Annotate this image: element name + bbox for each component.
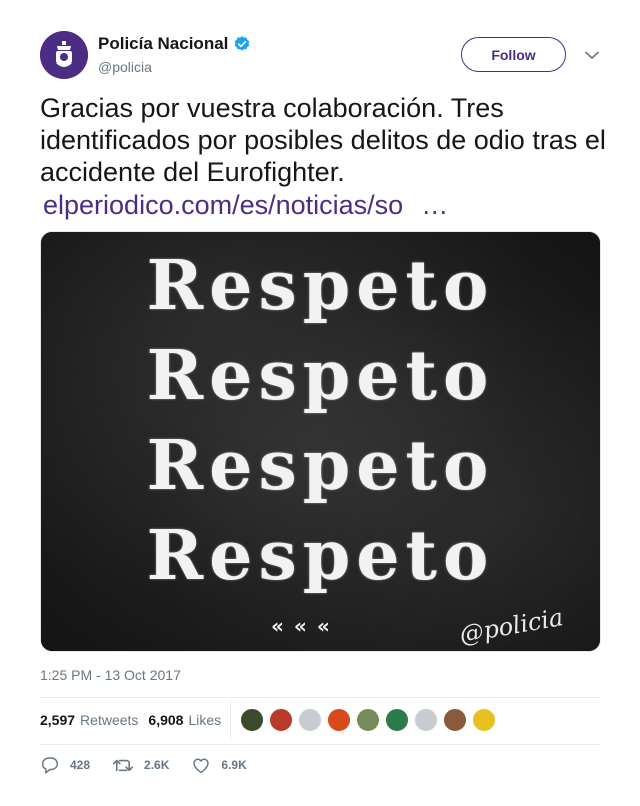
avatar[interactable] xyxy=(40,31,88,79)
likes-label[interactable]: Likes xyxy=(188,712,221,728)
liker-avatar[interactable] xyxy=(356,708,380,732)
liker-avatar[interactable] xyxy=(327,708,351,732)
respeto-line: Respeto xyxy=(146,426,495,506)
tweet-link-ellipsis[interactable]: … xyxy=(421,190,448,220)
retweet-count: 2.6K xyxy=(144,758,170,772)
tweet-link-text[interactable]: elperiodico.com/es/noticias/so xyxy=(43,190,403,220)
respeto-line: Respeto xyxy=(146,336,495,416)
liker-avatars xyxy=(240,708,501,732)
retweet-icon xyxy=(112,759,134,772)
reply-icon xyxy=(41,757,59,774)
respeto-line: Respeto xyxy=(146,516,495,596)
tweet-image[interactable]: Respeto Respeto Respeto Respeto ««« @pol… xyxy=(40,231,601,652)
retweet-button[interactable]: 2.6K xyxy=(112,757,169,773)
follow-button[interactable]: Follow xyxy=(461,37,566,72)
police-shield-icon xyxy=(40,31,88,79)
stats-separator xyxy=(230,700,231,740)
like-button[interactable]: 6.9K xyxy=(191,756,247,774)
like-count: 6.9K xyxy=(221,758,247,772)
user-name[interactable]: Policía Nacional xyxy=(98,34,251,54)
liker-avatar[interactable] xyxy=(269,708,293,732)
liker-avatar[interactable] xyxy=(472,708,496,732)
liker-avatar[interactable] xyxy=(385,708,409,732)
respeto-line: Respeto xyxy=(146,246,495,326)
heart-icon xyxy=(193,758,210,774)
reply-count: 428 xyxy=(70,758,91,772)
divider xyxy=(40,697,600,698)
likes-count[interactable]: 6,908 xyxy=(148,712,183,728)
quote-marks: ««« xyxy=(271,614,340,638)
tweet-text: Gracias por vuestra colaboración. Tres i… xyxy=(40,93,606,187)
liker-avatar[interactable] xyxy=(298,708,322,732)
liker-avatar[interactable] xyxy=(240,708,264,732)
user-name-text[interactable]: Policía Nacional xyxy=(98,34,228,54)
user-handle[interactable]: @policia xyxy=(98,59,152,75)
tweet-link[interactable]: elperiodico.com/es/noticias/so … xyxy=(43,189,448,221)
divider xyxy=(40,744,600,745)
chevron-down-icon[interactable] xyxy=(584,47,600,63)
tweet-timestamp[interactable]: 1:25 PM - 13 Oct 2017 xyxy=(40,667,181,683)
tweet-stats: 2,597 Retweets 6,908 Likes xyxy=(40,712,231,728)
reply-button[interactable]: 428 xyxy=(40,756,90,774)
retweets-label[interactable]: Retweets xyxy=(80,712,138,728)
liker-avatar[interactable] xyxy=(443,708,467,732)
verified-badge-icon xyxy=(233,35,251,53)
retweets-count[interactable]: 2,597 xyxy=(40,712,75,728)
tweet-actions: 428 2.6K 6.9K xyxy=(40,756,269,774)
liker-avatar[interactable] xyxy=(414,708,438,732)
